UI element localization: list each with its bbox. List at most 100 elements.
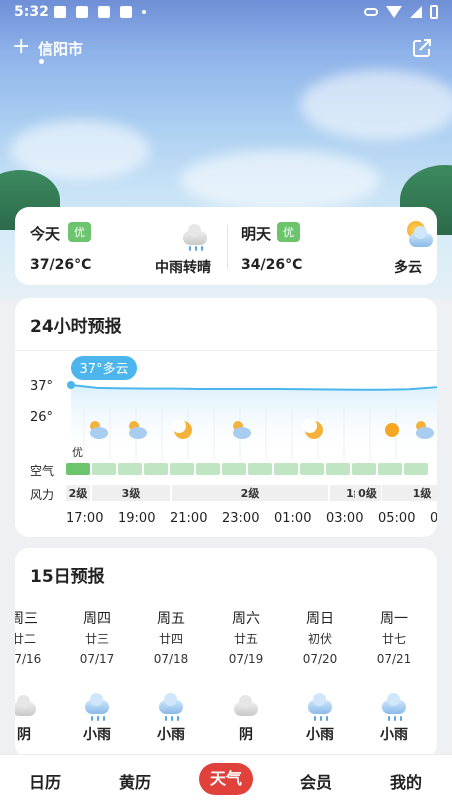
aqi-bar — [66, 463, 90, 475]
day-condition: 小雨 — [83, 727, 111, 743]
time-label: 19:00 — [118, 511, 155, 526]
day-date: 07/20 — [302, 652, 338, 666]
aqi-bar — [118, 463, 142, 475]
y-tick-26: 26° — [30, 410, 53, 425]
day-column[interactable]: 周一 廿七 07/21 小雨 — [359, 608, 429, 744]
light-rain-icon — [359, 690, 429, 724]
cat-icon — [120, 6, 132, 18]
time-label: 03:00 — [326, 511, 363, 526]
day-lunar: 廿五 — [233, 632, 258, 646]
air-first-value: 优 — [72, 446, 83, 459]
wind-level: 2级 — [69, 486, 89, 500]
overcast-icon — [15, 690, 59, 724]
top-bar: + 信阳市 — [0, 34, 452, 64]
hourly-forecast-card[interactable]: 24小时预报 37° 26° 37°多云 空气 优 风力 2级3级2级1级0级1… — [15, 298, 437, 537]
partly-cloudy-icon — [403, 221, 435, 249]
light-rain-icon — [136, 690, 206, 724]
day-column[interactable]: 周三 廿二 07/16 阴 — [15, 608, 59, 744]
time-label: 0 — [430, 511, 437, 526]
wind-level: 2级 — [241, 486, 261, 500]
today-temp: 37/26°C — [30, 257, 92, 273]
day-date: 07/16 — [15, 652, 42, 666]
daily-forecast-card[interactable]: 15日预报 周三 廿二 07/16 阴 周四 廿三 07/17 小雨 周五 廿四… — [15, 548, 437, 758]
day-date: 07/18 — [153, 652, 189, 666]
day-column[interactable]: 周五 廿四 07/18 小雨 — [136, 608, 206, 744]
aqi-bar — [378, 463, 402, 475]
day-column[interactable]: 周六 廿五 07/19 阴 — [211, 608, 281, 744]
day-lunar: 廿七 — [381, 632, 406, 646]
nav-profile[interactable]: 我的 — [390, 769, 422, 793]
nav-membership[interactable]: 会员 — [300, 769, 332, 793]
key-icon — [364, 8, 378, 16]
day-date: 07/17 — [79, 652, 115, 666]
cat-icon — [76, 6, 88, 18]
city-name[interactable]: 信阳市 — [38, 38, 83, 59]
today-summary[interactable]: 今天 优 37/26°C 中雨转晴 — [15, 207, 227, 285]
tooltip-text: 37°多云 — [79, 361, 128, 377]
temp-line — [70, 384, 437, 391]
day-condition: 阴 — [17, 727, 31, 743]
time-label: 21:00 — [170, 511, 207, 526]
day-condition: 小雨 — [157, 727, 185, 743]
nav-calendar[interactable]: 日历 — [29, 769, 61, 793]
day-week: 周三 — [15, 611, 38, 627]
day-week: 周一 — [380, 611, 408, 627]
aqi-bar — [300, 463, 324, 475]
summary-card[interactable]: 今天 优 37/26°C 中雨转晴 明天 优 34/26°C 多云 — [15, 207, 437, 285]
aqi-bar — [274, 463, 298, 475]
day-week: 周六 — [232, 611, 260, 627]
page-indicator-dot — [39, 59, 44, 64]
add-city-icon[interactable]: + — [12, 36, 30, 58]
wifi-icon — [386, 6, 402, 18]
nav-weather[interactable]: 天气 — [199, 763, 253, 795]
tomorrow-condition: 多云 — [394, 260, 422, 276]
time-label: 05:00 — [378, 511, 415, 526]
aqi-bar — [170, 463, 194, 475]
nav-almanac[interactable]: 黄历 — [119, 769, 151, 793]
day-column[interactable]: 周四 廿三 07/17 小雨 — [62, 608, 132, 744]
day-condition: 小雨 — [380, 727, 408, 743]
shield-icon — [54, 6, 66, 18]
air-label: 空气 — [30, 463, 54, 478]
tomorrow-summary[interactable]: 明天 优 34/26°C 多云 — [227, 207, 437, 285]
time-label: 17:00 — [66, 511, 103, 526]
day-condition: 阴 — [239, 727, 253, 743]
wind-level: 0级 — [358, 486, 378, 500]
bottom-nav: 日历 黄历 天气 会员 我的 — [0, 754, 452, 805]
wind-label: 风力 — [30, 488, 54, 502]
aqi-bar — [144, 463, 168, 475]
y-tick-37: 37° — [30, 379, 53, 394]
today-label: 今天 — [30, 225, 61, 243]
tomorrow-label: 明天 — [241, 225, 272, 243]
tomorrow-aqi-badge: 优 — [277, 222, 300, 242]
today-condition: 中雨转晴 — [155, 260, 211, 276]
temp-area — [71, 385, 437, 460]
hourly-chart[interactable]: 37° 26° 37°多云 空气 优 风力 2级3级2级1级0级1级 17:00… — [15, 298, 437, 537]
today-aqi-badge: 优 — [68, 222, 91, 242]
day-lunar: 廿二 — [15, 632, 36, 646]
tooltip-temp: 37°多云 — [71, 356, 137, 380]
temp-point[interactable] — [67, 381, 75, 389]
aqi-bar — [92, 463, 116, 475]
app-icon — [98, 6, 110, 18]
overcast-icon — [211, 690, 281, 724]
aqi-bar — [404, 463, 428, 475]
light-rain-icon — [285, 690, 355, 724]
day-lunar: 廿三 — [84, 632, 109, 646]
day-column[interactable]: 周日 初伏 07/20 小雨 — [285, 608, 355, 744]
day-week: 周四 — [83, 611, 111, 627]
day-week: 周五 — [157, 611, 185, 627]
day-lunar: 廿四 — [158, 632, 183, 646]
time-label: 01:00 — [274, 511, 311, 526]
aqi-bar — [196, 463, 220, 475]
share-icon[interactable] — [412, 38, 432, 58]
wind-level: 3级 — [122, 486, 142, 500]
light-rain-icon — [62, 690, 132, 724]
day-date: 07/21 — [376, 652, 412, 666]
sun-icon — [385, 423, 399, 437]
day-lunar: 初伏 — [307, 632, 332, 646]
day-week: 周日 — [306, 611, 334, 627]
more-dot-icon — [142, 10, 146, 14]
battery-icon — [430, 5, 438, 19]
wind-level: 1级 — [413, 486, 433, 500]
